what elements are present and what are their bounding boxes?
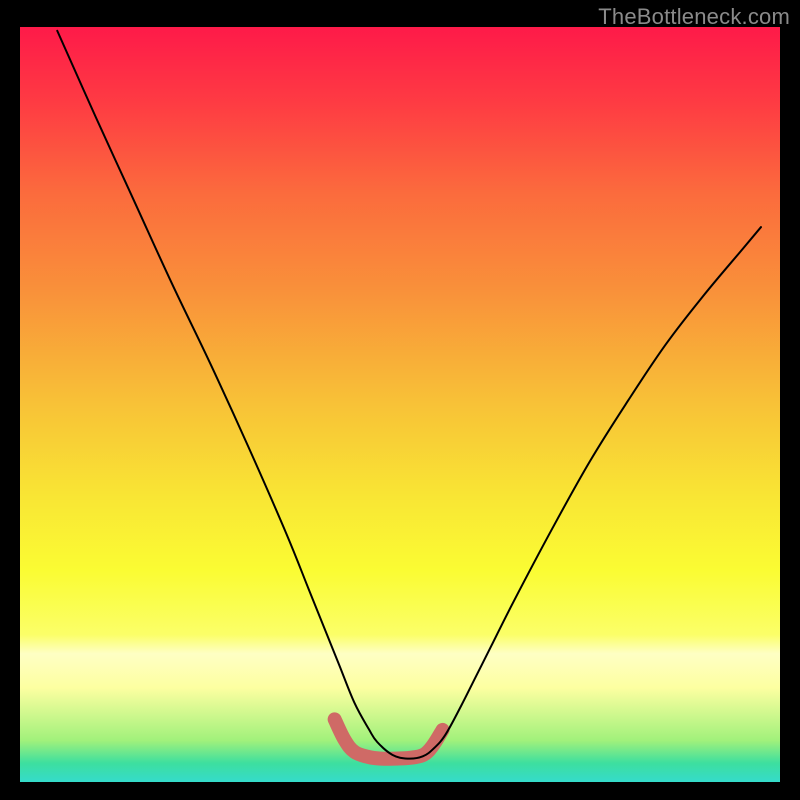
plot-background — [20, 27, 780, 782]
watermark-text: TheBottleneck.com — [598, 4, 790, 30]
chart-stage: TheBottleneck.com — [0, 0, 800, 800]
bottleneck-chart — [0, 0, 800, 800]
